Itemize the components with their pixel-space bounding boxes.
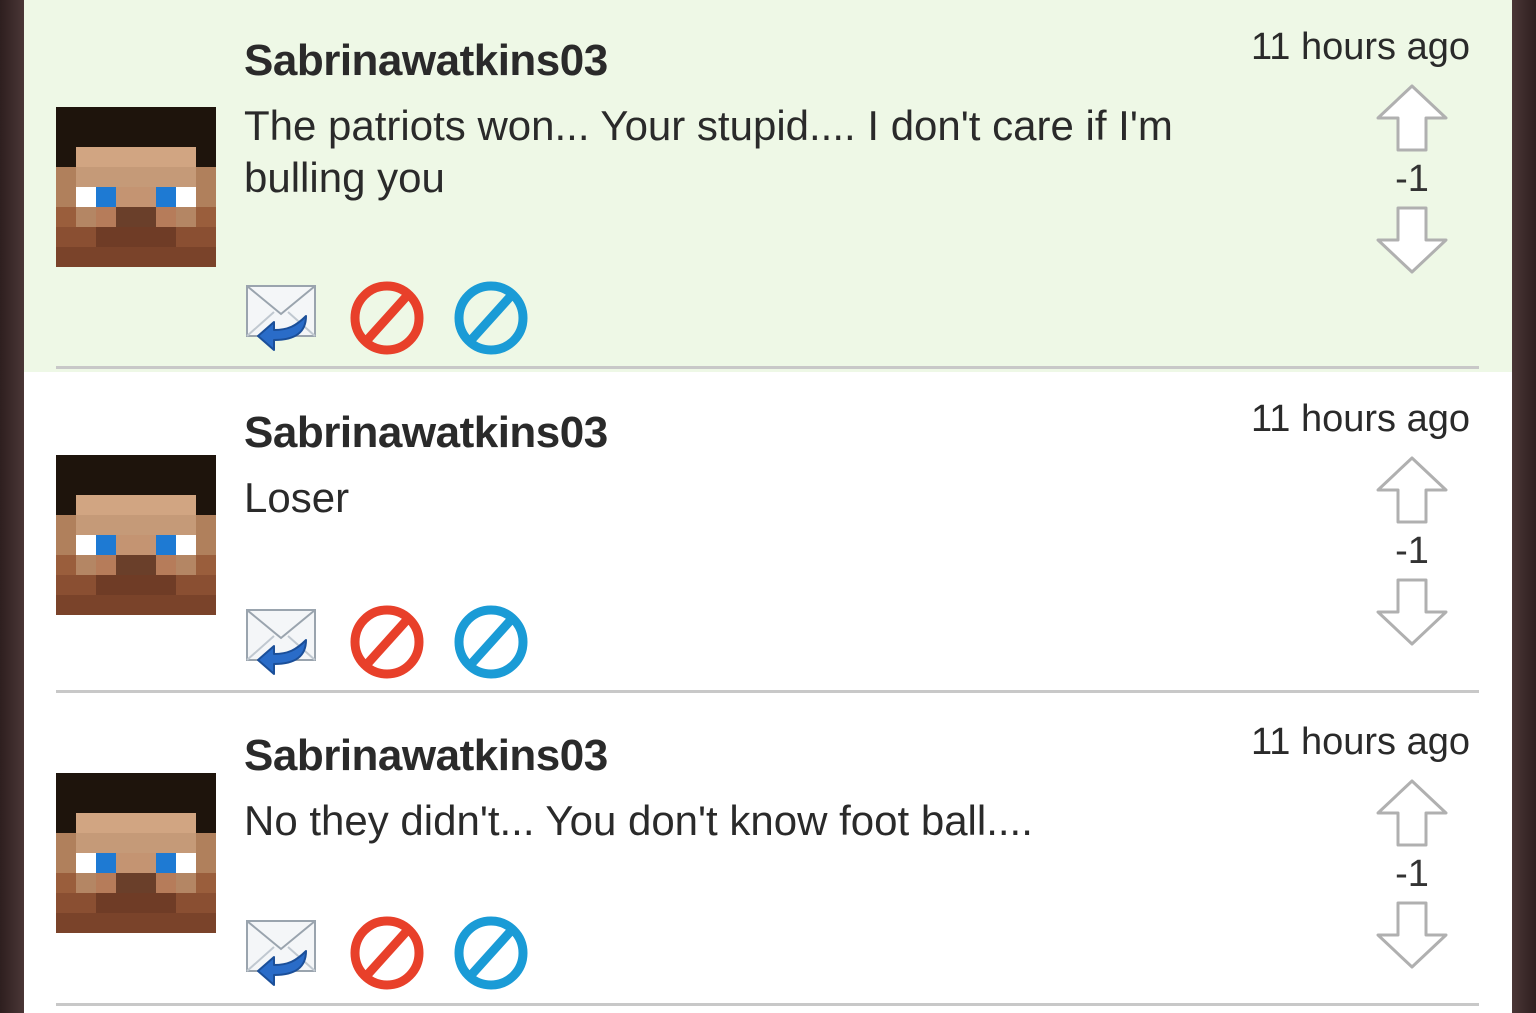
comment-username[interactable]: Sabrinawatkins03 <box>244 731 608 781</box>
comment-timestamp: 11 hours ago <box>1250 398 1470 440</box>
down-arrow-icon[interactable] <box>1374 899 1450 969</box>
comment-timestamp: 11 hours ago <box>1250 721 1470 763</box>
ignore-button[interactable] <box>453 915 529 991</box>
avatar[interactable] <box>56 455 216 615</box>
mail-reply-icon <box>246 609 316 675</box>
red-block-icon <box>350 281 424 355</box>
comment-divider <box>56 690 1479 693</box>
vote-score: -1 <box>1395 158 1429 200</box>
vote-control: -1 <box>1372 84 1452 274</box>
vote-control: -1 <box>1372 779 1452 969</box>
vote-control: -1 <box>1372 456 1452 646</box>
comment-username[interactable]: Sabrinawatkins03 <box>244 36 608 86</box>
report-button[interactable] <box>349 280 425 356</box>
window-frame-right <box>1512 0 1536 1013</box>
ignore-button[interactable] <box>453 280 529 356</box>
up-arrow-icon[interactable] <box>1374 84 1450 154</box>
report-button[interactable] <box>349 915 425 991</box>
comment-message: Loser <box>244 474 350 521</box>
down-arrow-icon[interactable] <box>1374 204 1450 274</box>
pixel-face-icon <box>56 107 216 267</box>
reply-button[interactable] <box>244 280 320 356</box>
comments-panel: Sabrinawatkins03 The patriots won... You… <box>24 0 1512 1013</box>
blue-block-icon <box>454 281 528 355</box>
blue-block-icon <box>454 916 528 990</box>
blue-block-icon <box>454 605 528 679</box>
vote-score: -1 <box>1395 530 1429 572</box>
vote-score: -1 <box>1395 853 1429 895</box>
comment-divider <box>56 366 1479 369</box>
avatar[interactable] <box>56 107 216 267</box>
up-arrow-icon[interactable] <box>1374 779 1450 849</box>
comment-divider <box>56 1003 1479 1006</box>
comment-message: No they didn't... You don't know foot ba… <box>244 797 1033 844</box>
pixel-face-icon <box>56 773 216 933</box>
avatar[interactable] <box>56 773 216 933</box>
red-block-icon <box>350 916 424 990</box>
reply-button[interactable] <box>244 604 320 680</box>
comment-username[interactable]: Sabrinawatkins03 <box>244 408 608 458</box>
red-block-icon <box>350 605 424 679</box>
up-arrow-icon[interactable] <box>1374 456 1450 526</box>
comment-item: Sabrinawatkins03 No they didn't... You d… <box>24 695 1512 1013</box>
mail-reply-icon <box>246 285 316 351</box>
window-frame-left <box>0 0 24 1013</box>
ignore-button[interactable] <box>453 604 529 680</box>
comment-item: Sabrinawatkins03 Loser 11 hours ago -1 <box>24 372 1512 695</box>
report-button[interactable] <box>349 604 425 680</box>
reply-button[interactable] <box>244 915 320 991</box>
comment-timestamp: 11 hours ago <box>1250 26 1470 68</box>
comment-item: Sabrinawatkins03 The patriots won... You… <box>24 0 1512 372</box>
comment-message: The patriots won... Your stupid.... I do… <box>244 102 1173 201</box>
mail-reply-icon <box>246 920 316 986</box>
pixel-face-icon <box>56 455 216 615</box>
down-arrow-icon[interactable] <box>1374 576 1450 646</box>
